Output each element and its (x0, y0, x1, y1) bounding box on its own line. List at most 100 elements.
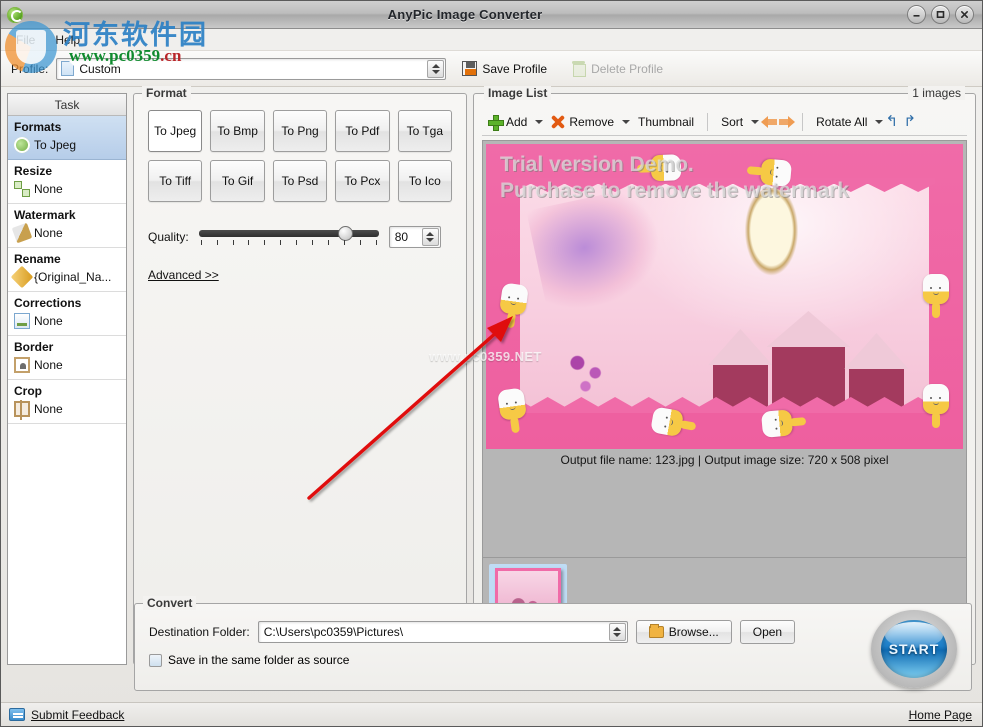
destination-input[interactable]: C:\Users\pc0359\Pictures\ (257, 621, 628, 643)
same-folder-checkbox[interactable] (149, 653, 162, 667)
maximize-button[interactable] (931, 5, 950, 24)
minimize-button[interactable] (907, 5, 926, 24)
folder-icon (648, 624, 664, 638)
rotate-left-icon[interactable]: ↰ (885, 113, 901, 130)
popsicle-icon (636, 154, 682, 182)
remove-button[interactable]: Remove (545, 113, 620, 131)
format-button-tga[interactable]: To Tga (397, 110, 452, 152)
format-button-pcx[interactable]: To Pcx (335, 160, 390, 202)
rotate-all-dropdown-chevron-down-icon[interactable] (875, 119, 884, 124)
task-value-crop: None (34, 402, 63, 416)
pencil-icon (10, 265, 34, 289)
same-folder-row[interactable]: Save in the same folder as source (149, 653, 959, 667)
destination-label: Destination Folder: (149, 625, 250, 639)
move-left-arrow-icon[interactable] (761, 115, 778, 129)
delete-profile-label: Delete Profile (591, 61, 664, 76)
task-sidebar: Task Formats To Jpeg Resize None Waterma… (7, 93, 127, 665)
output-info-label: Output file name: 123.jpg | Output image… (560, 453, 889, 467)
convert-panel: Convert Destination Folder: C:\Users\pc0… (134, 596, 972, 691)
advanced-link[interactable]: Advanced >> (148, 268, 452, 282)
format-button-gif[interactable]: To Gif (210, 160, 265, 202)
watermark-icon (11, 222, 33, 244)
remove-x-icon (551, 115, 565, 129)
convert-icon (14, 137, 30, 153)
menu-item-file[interactable]: File (7, 31, 44, 49)
delete-profile-button: Delete Profile (563, 59, 671, 78)
main-body: Task Formats To Jpeg Resize None Waterma… (1, 86, 982, 671)
task-header: Task (8, 94, 126, 116)
remove-label: Remove (569, 114, 615, 129)
task-title-rename: Rename (14, 252, 61, 266)
task-title-watermark: Watermark (14, 208, 76, 222)
format-button-jpeg[interactable]: To Jpeg (148, 110, 203, 152)
task-title-crop: Crop (14, 384, 42, 398)
destination-spinner[interactable] (608, 623, 626, 641)
sort-button[interactable]: Sort (715, 113, 749, 131)
close-button[interactable] (955, 5, 974, 24)
task-title-corrections: Corrections (14, 296, 82, 310)
format-legend: Format (142, 86, 191, 100)
popsicle-icon (760, 408, 807, 438)
image-list-panel: Image List 1 images Add Remove Thumbnail… (473, 86, 976, 665)
quality-row: Quality: 80 (148, 224, 452, 250)
toolbar-separator (707, 112, 709, 131)
format-button-psd[interactable]: To Psd (272, 160, 328, 202)
quality-slider[interactable] (198, 224, 379, 250)
sidebar-item-rename[interactable]: Rename {Original_Na... (8, 248, 126, 292)
rotate-right-icon[interactable]: ↱ (903, 113, 919, 130)
sidebar-item-formats[interactable]: Formats To Jpeg (8, 116, 126, 160)
open-label: Open (752, 625, 783, 639)
format-button-ico[interactable]: To Ico (397, 160, 452, 202)
quality-slider-thumb[interactable] (337, 226, 353, 241)
add-button[interactable]: Add (482, 113, 533, 131)
submit-feedback-button[interactable]: Submit Feedback (9, 708, 124, 722)
houses-art (700, 313, 913, 407)
corrections-icon (14, 313, 30, 329)
format-button-tiff[interactable]: To Tiff (148, 160, 203, 202)
menu-item-help[interactable]: Help (46, 31, 89, 49)
preview-area: Trial version Demo. Purchase to remove t… (482, 140, 967, 558)
thumbnail-button[interactable]: Thumbnail (632, 113, 700, 131)
menu-bar: File Help (1, 29, 982, 51)
preview-image[interactable]: Trial version Demo. Purchase to remove t… (486, 144, 963, 449)
sidebar-item-crop[interactable]: Crop None (8, 380, 126, 424)
convert-legend: Convert (143, 596, 197, 610)
format-button-png[interactable]: To Png (272, 110, 328, 152)
browse-label: Browse... (668, 625, 719, 639)
format-panel: Format To Jpeg To Bmp To Png To Pdf To T… (133, 86, 467, 665)
task-value-corrections: None (34, 314, 63, 328)
save-profile-label: Save Profile (482, 61, 548, 76)
format-button-pdf[interactable]: To Pdf (335, 110, 390, 152)
floppy-disk-icon (462, 61, 478, 76)
popsicle-icon (746, 157, 793, 187)
profile-spinner[interactable] (427, 59, 445, 78)
sidebar-item-watermark[interactable]: Watermark None (8, 204, 126, 248)
format-button-bmp[interactable]: To Bmp (210, 110, 265, 152)
open-button[interactable]: Open (739, 620, 796, 644)
profile-label: Profile: (11, 61, 49, 76)
quality-spinner[interactable] (421, 228, 439, 246)
task-value-formats: To Jpeg (34, 138, 77, 152)
sidebar-item-border[interactable]: Border None (8, 336, 126, 380)
start-button[interactable]: START (871, 610, 957, 688)
app-logo-icon (7, 6, 23, 23)
profile-combobox[interactable]: Custom (56, 57, 447, 80)
remove-dropdown-chevron-down-icon[interactable] (622, 119, 631, 124)
border-icon (14, 357, 30, 373)
start-label: START (888, 641, 940, 657)
quality-input[interactable]: 80 (388, 226, 441, 248)
browse-button[interactable]: Browse... (635, 620, 732, 644)
task-value-resize: None (34, 182, 63, 196)
move-right-arrow-icon[interactable] (779, 115, 796, 129)
rotate-all-button[interactable]: Rotate All (810, 113, 873, 131)
add-dropdown-chevron-down-icon[interactable] (535, 119, 544, 124)
image-count-label: 1 images (908, 86, 965, 100)
image-list-toolbar: Add Remove Thumbnail Sort Rotate All ↰ ↱ (482, 110, 967, 136)
feedback-monitor-icon (9, 708, 25, 721)
sort-dropdown-chevron-down-icon[interactable] (751, 119, 760, 124)
sidebar-item-resize[interactable]: Resize None (8, 160, 126, 204)
home-page-link[interactable]: Home Page (909, 708, 972, 722)
save-profile-button[interactable]: Save Profile (454, 59, 555, 78)
flowers-art (544, 335, 627, 403)
sidebar-item-corrections[interactable]: Corrections None (8, 292, 126, 336)
